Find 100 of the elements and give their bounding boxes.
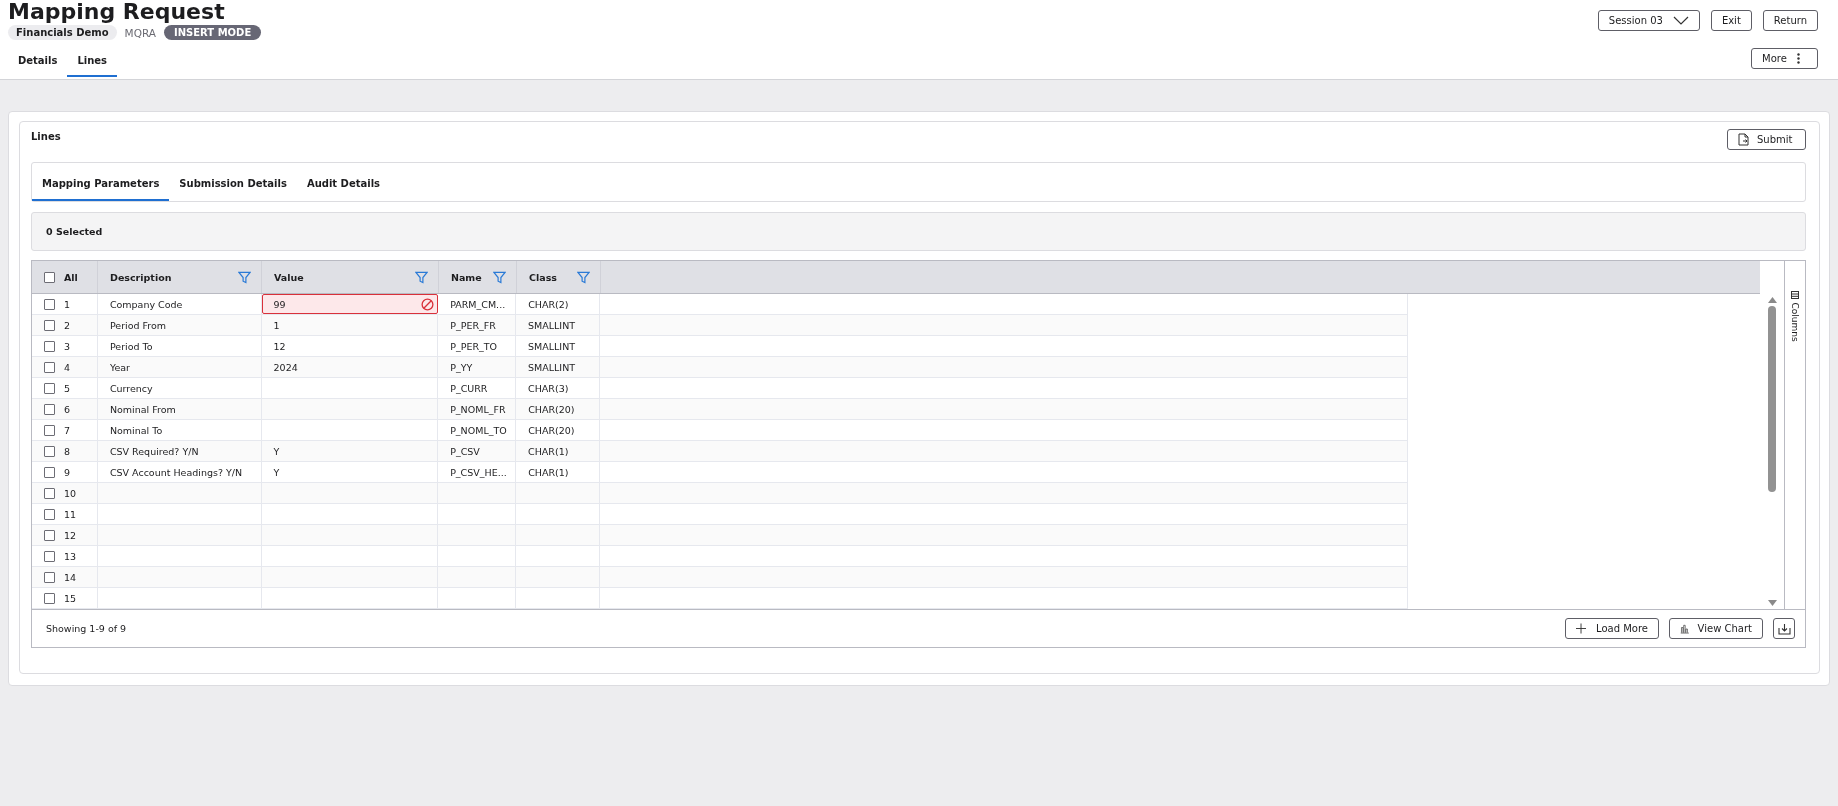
filter-icon[interactable] [493,270,506,284]
filter-icon[interactable] [415,270,428,284]
column-header[interactable]: Class [529,271,557,283]
row-checkbox[interactable] [44,487,55,499]
row-number: 2 [64,319,71,331]
row-checkbox[interactable] [44,298,55,310]
sub-tab[interactable]: Audit Details [296,178,391,201]
session-dropdown[interactable]: Session 03 [1597,10,1700,31]
filter-icon[interactable] [238,270,251,284]
row-checkbox[interactable] [44,340,55,352]
columns-icon[interactable] [1791,291,1799,299]
row-number: 11 [64,508,77,520]
table-cell: Company Code [109,298,183,310]
submit-button[interactable]: Submit [1727,129,1806,150]
row-number: 10 [64,487,77,499]
row-number: 9 [64,466,71,478]
mode-badge: INSERT MODE [164,25,262,40]
table-cell: P_CSV [450,445,480,457]
table-cell: Nominal From [109,403,176,415]
table-cell: Year [109,361,131,373]
more-button[interactable]: More [1751,48,1818,69]
table-cell: CHAR(1) [528,466,569,478]
row-checkbox[interactable] [44,508,55,520]
page-tab[interactable]: Details [8,48,68,77]
row-number: 1 [64,298,71,310]
row-number: 7 [64,424,71,436]
table-cell: CHAR(1) [528,445,569,457]
table-cell: SMALLINT [528,361,576,373]
row-checkbox[interactable] [44,466,55,478]
table-cell: P_NOML_FR [450,403,506,415]
row-checkbox[interactable] [44,361,55,373]
column-header[interactable]: Value [274,271,304,283]
table-cell: CHAR(20) [528,403,575,415]
document-icon [1738,133,1749,146]
scroll-down-icon[interactable] [1767,600,1777,606]
company-chip: Financials Demo [8,25,117,40]
row-number: 8 [64,445,71,457]
page-title: Mapping Request [8,0,226,24]
table-cell[interactable]: Y [273,466,280,478]
column-header: All [64,271,78,283]
table-cell: Period From [109,319,167,331]
table-cell: SMALLINT [528,319,576,331]
download-button[interactable] [1773,618,1795,639]
table-cell: P_CSV_HE... [450,466,507,478]
select-all-checkbox[interactable] [44,271,55,283]
sub-tab[interactable]: Submission Details [169,178,297,201]
row-checkbox[interactable] [44,592,55,604]
table-cell: CSV Account Headings? Y/N [109,466,243,478]
table-cell: Currency [109,382,153,394]
table-cell: P_PER_FR [450,319,496,331]
row-checkbox[interactable] [44,445,55,457]
header-button[interactable]: Return [1762,10,1818,31]
row-number: 13 [64,550,77,562]
table-cell: P_YY [450,361,473,373]
row-checkbox[interactable] [44,424,55,436]
column-header[interactable]: Name [451,271,482,283]
table-cell: SMALLINT [528,340,576,352]
columns-panel-tab[interactable]: Columns [1790,302,1800,342]
table-cell: Nominal To [109,424,163,436]
value-input[interactable]: 99 [261,294,439,314]
table-cell: P_PER_TO [450,340,498,352]
sub-tab[interactable]: Mapping Parameters [32,178,170,201]
row-number: 3 [64,340,71,352]
row-checkbox[interactable] [44,550,55,562]
row-checkbox[interactable] [44,403,55,415]
table-cell[interactable]: 1 [273,319,280,331]
table-cell: CHAR(3) [528,382,569,394]
row-number: 4 [64,361,71,373]
table-cell[interactable]: Y [273,445,280,457]
row-number: 12 [64,529,77,541]
bar-chart-icon [1680,622,1690,635]
table-cell: CHAR(20) [528,424,575,436]
view-chart-button[interactable]: View Chart [1669,618,1763,639]
scroll-up-icon[interactable] [1767,297,1777,303]
table-cell[interactable]: 12 [273,340,286,352]
column-header[interactable]: Description [110,271,172,283]
table-cell: P_NOML_TO [450,424,507,436]
scroll-thumb[interactable] [1768,306,1776,492]
chevron-down-icon [1672,16,1689,25]
row-checkbox[interactable] [44,382,55,394]
row-number: 15 [64,592,77,604]
load-more-button[interactable]: Load More [1565,618,1659,639]
row-number: 14 [64,571,77,583]
table-cell: CHAR(2) [528,298,569,310]
row-checkbox[interactable] [44,571,55,583]
page-tab[interactable]: Lines [67,48,118,77]
table-cell: P_CURR [450,382,488,394]
row-checkbox[interactable] [44,529,55,541]
error-icon [421,297,435,311]
header-button[interactable]: Exit [1710,10,1752,31]
plus-icon [1576,622,1587,635]
row-checkbox[interactable] [44,319,55,331]
panel-title: Lines [31,131,61,142]
program-code: MQRA [124,26,156,39]
download-icon [1777,622,1791,635]
record-count: Showing 1-9 of 9 [46,623,127,634]
table-cell[interactable]: 2024 [273,361,298,373]
selection-bar: 0 Selected [31,212,1806,251]
filter-icon[interactable] [577,270,590,284]
row-number: 5 [64,382,71,394]
